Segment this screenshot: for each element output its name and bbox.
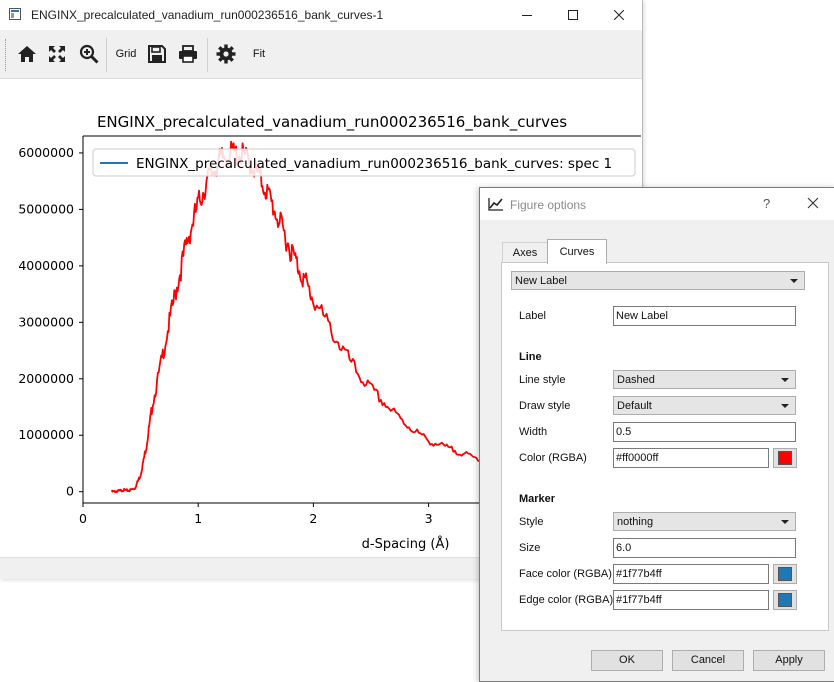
toolbar-grip[interactable] — [5, 39, 9, 71]
color-swatch — [778, 451, 792, 465]
print-icon — [179, 45, 197, 63]
save-icon — [148, 45, 166, 63]
color-picker-button[interactable] — [773, 448, 797, 468]
x-axis-label: d-Spacing (Å) — [362, 536, 450, 552]
chevron-down-icon — [781, 520, 789, 524]
dialog-title: Figure options — [510, 198, 587, 212]
dialog-titlebar[interactable]: Figure options ? — [480, 188, 834, 220]
curve-select-value: New Label — [515, 275, 567, 287]
pan-icon — [49, 46, 65, 62]
minimize-icon — [522, 15, 532, 16]
marker-style-label: Style — [519, 516, 544, 528]
y-tick-label: 5000000 — [18, 201, 74, 216]
edge-color-swatch — [778, 593, 792, 607]
gear-icon — [216, 44, 236, 64]
face-color-swatch — [778, 567, 792, 581]
maximize-button[interactable] — [550, 0, 596, 30]
y-tick-label: 0 — [66, 484, 74, 499]
fit-button[interactable]: Fit — [247, 40, 271, 68]
marker-size-field[interactable]: 6.0 — [613, 538, 796, 558]
face-color-label: Face color (RGBA) — [519, 568, 612, 580]
line-section-heading: Line — [519, 351, 542, 363]
tab-curves[interactable]: Curves — [547, 239, 607, 264]
y-tick-label: 2000000 — [18, 371, 74, 386]
draw-style-select[interactable]: Default — [613, 396, 796, 415]
marker-section-heading: Marker — [519, 493, 556, 505]
tab-axes[interactable]: Axes — [502, 242, 548, 263]
width-label: Width — [519, 426, 548, 438]
pan-button[interactable] — [44, 40, 70, 68]
edge-color-label: Edge color (RGBA) — [519, 594, 614, 606]
label-field-label: Label — [519, 310, 546, 322]
marker-size-label: Size — [519, 542, 541, 554]
plot-toolbar: Grid Fit — [0, 30, 642, 79]
grid-button[interactable]: Grid — [112, 40, 140, 68]
color-field[interactable]: #ff0000ff — [613, 448, 769, 468]
apply-button[interactable]: Apply — [753, 650, 825, 671]
toolbar-separator — [106, 38, 107, 72]
edge-color-field[interactable]: #1f77b4ff — [613, 590, 769, 610]
face-color-field[interactable]: #1f77b4ff — [613, 564, 769, 584]
x-tick-label: 3 — [425, 511, 433, 526]
y-tick-label: 1000000 — [18, 427, 74, 442]
zoom-button[interactable] — [76, 40, 102, 68]
line-style-label: Line style — [519, 374, 566, 386]
figure-options-dialog: Figure options ? Axes Curves New Label L… — [479, 187, 834, 682]
legend-label: ENGINX_precalculated_vanadium_run0002365… — [136, 156, 612, 172]
close-icon — [614, 10, 624, 20]
line-style-select[interactable]: Dashed — [613, 370, 796, 389]
chevron-down-icon — [781, 404, 789, 408]
edge-color-picker-button[interactable] — [773, 590, 797, 610]
color-label: Color (RGBA) — [519, 452, 587, 464]
save-button[interactable] — [144, 40, 170, 68]
x-tick-label: 1 — [194, 511, 202, 526]
label-field[interactable]: New Label — [613, 306, 796, 326]
face-color-picker-button[interactable] — [773, 564, 797, 584]
window-titlebar[interactable]: ENGINX_precalculated_vanadium_run0002365… — [0, 0, 642, 30]
chart-line-icon — [488, 198, 503, 211]
marker-style-value: nothing — [617, 516, 654, 528]
home-icon — [18, 46, 36, 62]
close-button[interactable] — [596, 0, 642, 30]
zoom-icon — [79, 44, 99, 64]
chevron-down-icon — [781, 378, 789, 382]
x-tick-label: 0 — [79, 511, 87, 526]
cancel-button[interactable]: Cancel — [672, 650, 744, 671]
width-field[interactable]: 0.5 — [613, 422, 796, 442]
app-icon — [9, 8, 21, 20]
draw-style-value: Default — [617, 400, 652, 412]
close-icon[interactable] — [805, 195, 821, 211]
x-tick-label: 2 — [309, 511, 317, 526]
home-button[interactable] — [14, 40, 40, 68]
draw-style-label: Draw style — [519, 400, 571, 412]
toolbar-separator — [207, 38, 208, 72]
y-tick-label: 6000000 — [18, 145, 74, 160]
marker-style-select[interactable]: nothing — [613, 512, 796, 531]
line-style-value: Dashed — [617, 374, 655, 386]
window-title: ENGINX_precalculated_vanadium_run0002365… — [31, 8, 384, 22]
figure-options-button[interactable] — [213, 40, 239, 68]
maximize-icon — [568, 10, 578, 20]
ok-button[interactable]: OK — [591, 650, 663, 671]
help-button[interactable]: ? — [763, 196, 770, 211]
y-tick-label: 4000000 — [18, 258, 74, 273]
print-button[interactable] — [175, 40, 201, 68]
minimize-button[interactable] — [504, 0, 550, 30]
chart-title: ENGINX_precalculated_vanadium_run0002365… — [97, 113, 567, 132]
curve-select[interactable]: New Label — [511, 271, 805, 290]
y-tick-label: 3000000 — [18, 314, 74, 329]
chevron-down-icon — [790, 279, 798, 283]
curves-tab-panel: New Label Label New Label Line Line styl… — [501, 262, 829, 631]
